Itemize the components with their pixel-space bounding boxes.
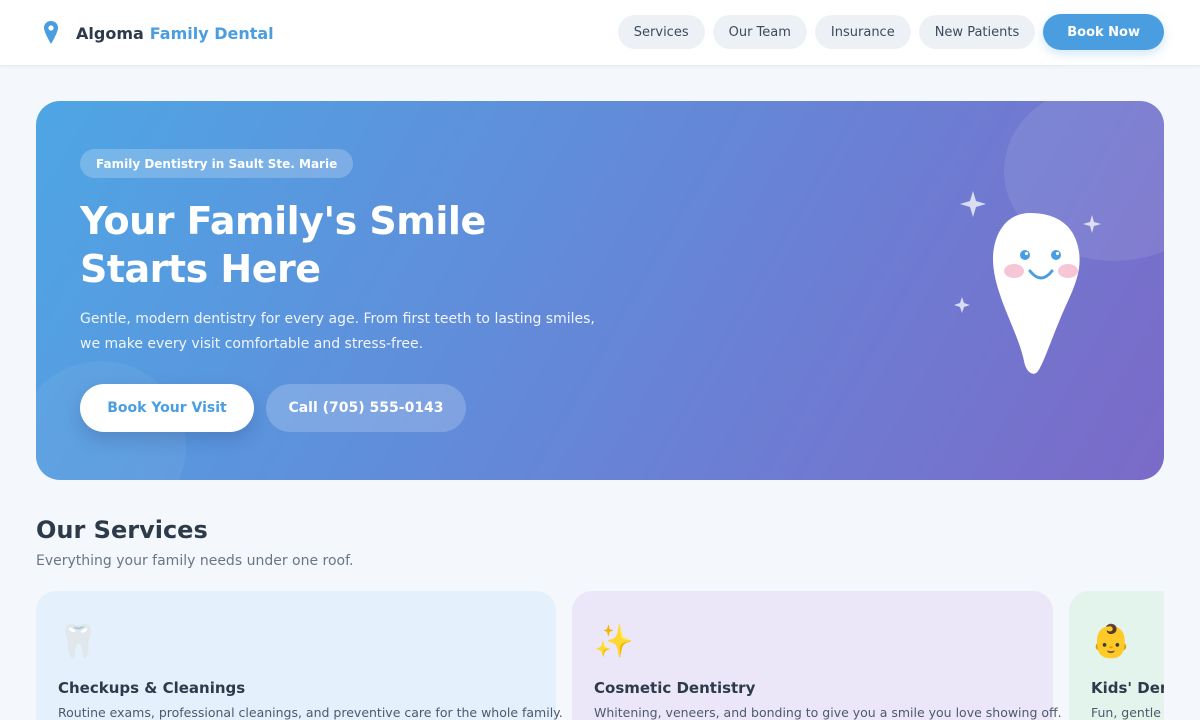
brand-name: Algoma	[76, 23, 144, 43]
hero-subtitle-line-2: we make every visit comfortable and stre…	[80, 336, 424, 352]
hero-title: Your Family's Smile Starts Here	[80, 197, 600, 293]
sparkles-icon: ✨	[594, 622, 634, 660]
service-card-kids[interactable]: 👶 Kids' Dentistry Fun, gentle visits	[1069, 591, 1164, 720]
hero-banner: Family Dentistry in Sault Ste. Marie You…	[36, 101, 1164, 480]
service-card-title: Checkups & Cleanings	[58, 679, 246, 697]
brand-logo[interactable]: Algoma Family Dental	[42, 18, 274, 48]
service-card-cosmetic[interactable]: ✨ Cosmetic Dentistry Whitening, veneers,…	[572, 591, 1062, 720]
hero-subtitle-line-1: Gentle, modern dentistry for every age. …	[80, 311, 595, 327]
tooth-mascot-icon	[954, 191, 1101, 374]
nav-services[interactable]: Services	[617, 15, 705, 49]
brand-accent: Family Dental	[149, 23, 274, 43]
book-your-visit-button[interactable]: Book Your Visit	[80, 384, 254, 432]
service-card-description: Routine exams, professional cleanings, a…	[58, 705, 563, 720]
nav-new-patients[interactable]: New Patients	[918, 15, 1036, 49]
book-now-button[interactable]: Book Now	[1043, 14, 1164, 50]
service-card-title: Kids' Dentistry	[1091, 679, 1164, 697]
tooth-icon: 🦷	[58, 622, 98, 660]
site-header: Algoma Family Dental Services Our Team I…	[0, 0, 1200, 66]
main-nav: Services Our Team Insurance New Patients…	[610, 14, 1164, 50]
services-cards: 🦷 Checkups & Cleanings Routine exams, pr…	[36, 591, 1164, 720]
nav-insurance[interactable]: Insurance	[814, 15, 911, 49]
service-card-description: Whitening, veneers, and bonding to give …	[594, 705, 1062, 720]
services-subtitle: Everything your family needs under one r…	[36, 553, 354, 569]
hero-title-line-2: Starts Here	[80, 247, 321, 291]
service-card-description: Fun, gentle visits	[1091, 705, 1164, 720]
hero-badge: Family Dentistry in Sault Ste. Marie	[80, 149, 354, 178]
service-card-checkups[interactable]: 🦷 Checkups & Cleanings Routine exams, pr…	[36, 591, 563, 720]
services-heading: Our Services	[36, 516, 208, 544]
service-card-title: Cosmetic Dentistry	[594, 679, 756, 697]
nav-our-team[interactable]: Our Team	[712, 15, 807, 49]
hero-subtitle: Gentle, modern dentistry for every age. …	[80, 307, 600, 357]
location-pin-icon	[44, 21, 58, 44]
call-phone-button[interactable]: Call (705) 555-0143	[266, 384, 466, 432]
hero-title-line-1: Your Family's Smile	[80, 199, 486, 243]
baby-icon: 👶	[1091, 622, 1131, 660]
